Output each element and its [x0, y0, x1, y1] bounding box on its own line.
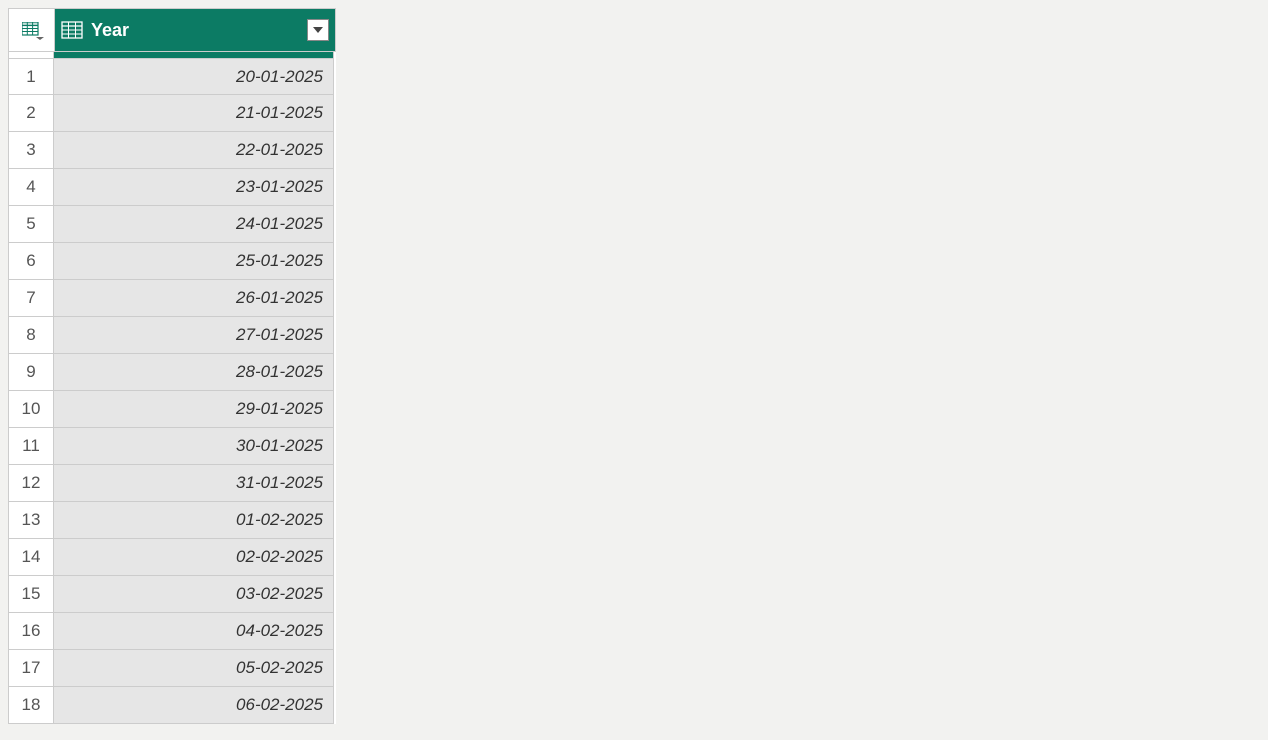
- table-row[interactable]: 1503-02-2025: [8, 576, 336, 613]
- data-cell[interactable]: 02-02-2025: [54, 539, 334, 576]
- row-number[interactable]: 1: [8, 58, 54, 95]
- data-cell[interactable]: 30-01-2025: [54, 428, 334, 465]
- data-cell[interactable]: 23-01-2025: [54, 169, 334, 206]
- data-cell[interactable]: 20-01-2025: [54, 58, 334, 95]
- table-row[interactable]: 322-01-2025: [8, 132, 336, 169]
- column-header-year[interactable]: Year: [55, 9, 335, 51]
- table-row[interactable]: 524-01-2025: [8, 206, 336, 243]
- data-cell[interactable]: 06-02-2025: [54, 687, 334, 724]
- row-number[interactable]: 17: [8, 650, 54, 687]
- column-header-label: Year: [91, 20, 307, 41]
- row-number[interactable]: 18: [8, 687, 54, 724]
- table-row[interactable]: 1029-01-2025: [8, 391, 336, 428]
- row-number[interactable]: 13: [8, 502, 54, 539]
- row-number[interactable]: 14: [8, 539, 54, 576]
- row-number[interactable]: 16: [8, 613, 54, 650]
- table-row[interactable]: 423-01-2025: [8, 169, 336, 206]
- data-cell[interactable]: 28-01-2025: [54, 354, 334, 391]
- data-cell[interactable]: 29-01-2025: [54, 391, 334, 428]
- table-row[interactable]: 1705-02-2025: [8, 650, 336, 687]
- data-cell[interactable]: 24-01-2025: [54, 206, 334, 243]
- chevron-down-icon: [312, 26, 324, 34]
- date-column-icon: [61, 21, 83, 39]
- row-number[interactable]: 3: [8, 132, 54, 169]
- row-number[interactable]: 4: [8, 169, 54, 206]
- filter-dropdown-button[interactable]: [307, 19, 329, 41]
- data-table: Year 120-01-2025221-01-2025322-01-202542…: [8, 8, 336, 724]
- row-number[interactable]: 6: [8, 243, 54, 280]
- data-cell[interactable]: 01-02-2025: [54, 502, 334, 539]
- row-number[interactable]: 8: [8, 317, 54, 354]
- data-cell[interactable]: 25-01-2025: [54, 243, 334, 280]
- row-number[interactable]: 9: [8, 354, 54, 391]
- table-row[interactable]: 1301-02-2025: [8, 502, 336, 539]
- table-icon: [22, 22, 42, 38]
- row-number[interactable]: 12: [8, 465, 54, 502]
- select-all-corner[interactable]: [9, 9, 55, 51]
- table-row[interactable]: 1231-01-2025: [8, 465, 336, 502]
- row-number[interactable]: 7: [8, 280, 54, 317]
- table-row[interactable]: 1130-01-2025: [8, 428, 336, 465]
- data-cell[interactable]: 21-01-2025: [54, 95, 334, 132]
- row-number[interactable]: 11: [8, 428, 54, 465]
- data-cell[interactable]: 04-02-2025: [54, 613, 334, 650]
- rows-container: 120-01-2025221-01-2025322-01-2025423-01-…: [8, 58, 336, 724]
- data-cell[interactable]: 03-02-2025: [54, 576, 334, 613]
- row-number[interactable]: 15: [8, 576, 54, 613]
- table-row[interactable]: 928-01-2025: [8, 354, 336, 391]
- table-row[interactable]: 120-01-2025: [8, 58, 336, 95]
- data-cell[interactable]: 05-02-2025: [54, 650, 334, 687]
- row-number[interactable]: 5: [8, 206, 54, 243]
- data-cell[interactable]: 26-01-2025: [54, 280, 334, 317]
- data-cell[interactable]: 22-01-2025: [54, 132, 334, 169]
- row-number[interactable]: 10: [8, 391, 54, 428]
- table-row[interactable]: 1402-02-2025: [8, 539, 336, 576]
- table-row[interactable]: 827-01-2025: [8, 317, 336, 354]
- row-number[interactable]: 2: [8, 95, 54, 132]
- data-cell[interactable]: 31-01-2025: [54, 465, 334, 502]
- table-row[interactable]: 726-01-2025: [8, 280, 336, 317]
- table-row[interactable]: 221-01-2025: [8, 95, 336, 132]
- table-row[interactable]: 1604-02-2025: [8, 613, 336, 650]
- header-row: Year: [8, 8, 336, 52]
- table-row[interactable]: 625-01-2025: [8, 243, 336, 280]
- table-row[interactable]: 1806-02-2025: [8, 687, 336, 724]
- data-cell[interactable]: 27-01-2025: [54, 317, 334, 354]
